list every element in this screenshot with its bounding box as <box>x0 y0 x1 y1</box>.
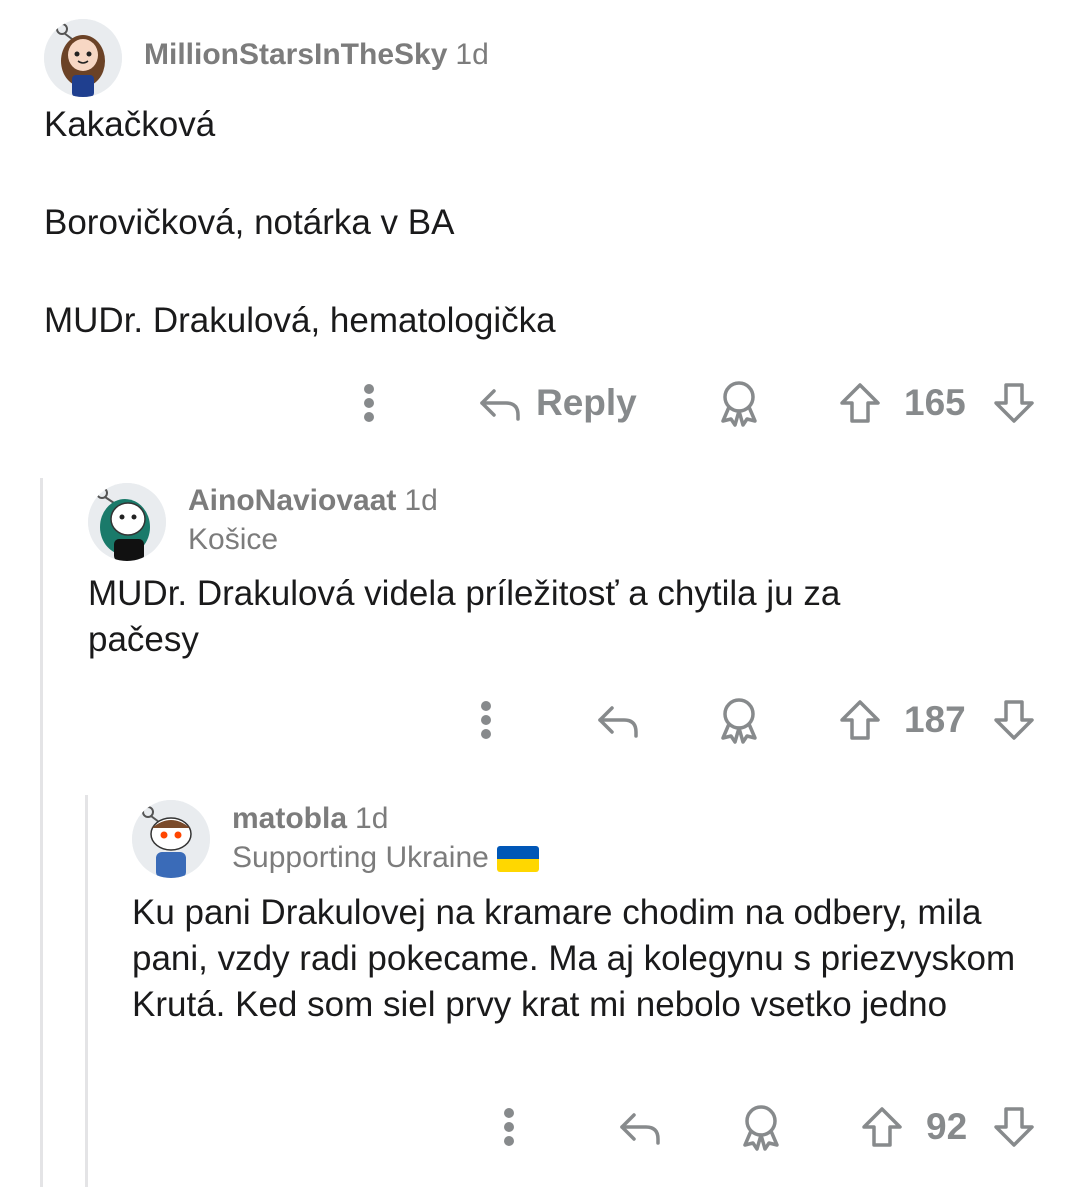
upvote-button[interactable] <box>860 1097 904 1157</box>
upvote-icon <box>840 700 880 740</box>
comment-actions: 92 <box>0 1097 1080 1157</box>
more-options-button[interactable] <box>492 1097 526 1157</box>
comment-body: Ku pani Drakulovej na kramare chodim na … <box>132 890 1042 1028</box>
reply-label: Reply <box>536 382 637 423</box>
ukraine-flag-icon <box>496 846 539 873</box>
award-button[interactable] <box>739 1097 783 1157</box>
reply-icon <box>598 706 638 738</box>
comment-body: Kakačková Borovičková, notárka v BA MUDr… <box>44 102 1034 344</box>
comment-paragraph: Borovičková, notárka v BA <box>44 203 455 242</box>
comment-meta: AinoNaviovaat 1d <box>188 484 438 518</box>
comment-meta: MillionStarsInTheSky 1d <box>144 38 489 72</box>
downvote-button[interactable] <box>992 373 1036 433</box>
comment-age: 1d <box>455 38 489 71</box>
more-options-button[interactable] <box>469 690 503 750</box>
reply-icon <box>620 1113 660 1145</box>
more-icon <box>364 384 374 422</box>
reply-button[interactable] <box>596 690 640 750</box>
user-flair: Košice <box>188 523 279 556</box>
award-icon <box>721 698 757 744</box>
award-icon <box>743 1105 779 1151</box>
comment-2: AinoNaviovaat 1d Košice MUDr. Drakulová v… <box>0 470 1080 780</box>
downvote-icon <box>994 383 1034 423</box>
user-avatar[interactable] <box>132 800 210 878</box>
comment-body: MUDr. Drakulová videla príležitosť a chy… <box>88 571 938 663</box>
comment-paragraph: MUDr. Drakulová, hematologička <box>44 301 556 340</box>
vote-score: 92 <box>926 1106 968 1147</box>
comment-paragraph: MUDr. Drakulová videla príležitosť a chy… <box>88 574 841 659</box>
comment-actions: 187 <box>0 690 1080 750</box>
comment-actions: Reply 165 <box>0 373 1080 433</box>
award-button[interactable] <box>717 690 761 750</box>
downvote-button[interactable] <box>992 1097 1036 1157</box>
reply-button[interactable] <box>618 1097 662 1157</box>
comment-meta: matobla 1d <box>232 802 388 836</box>
comment-paragraph: Ku pani Drakulovej na kramare chodim na … <box>132 893 1016 1024</box>
username[interactable]: matobla <box>232 802 347 835</box>
user-flair: Supporting Ukraine <box>232 841 539 875</box>
upvote-button[interactable] <box>838 373 882 433</box>
downvote-icon <box>994 1107 1034 1147</box>
upvote-icon <box>840 383 880 423</box>
more-icon <box>481 701 491 739</box>
award-button[interactable] <box>717 373 761 433</box>
reply-button[interactable]: Reply <box>478 373 637 433</box>
comment-1: MillionStarsInTheSky 1d Kakačková Borovič… <box>0 0 1080 450</box>
more-icon <box>504 1108 514 1146</box>
comment-age: 1d <box>404 484 438 517</box>
comment-age: 1d <box>355 802 389 835</box>
reply-icon <box>480 389 520 421</box>
user-avatar[interactable] <box>44 19 122 97</box>
more-options-button[interactable] <box>352 373 386 433</box>
downvote-icon <box>994 700 1034 740</box>
vote-score: 187 <box>904 699 966 740</box>
award-icon <box>721 381 757 427</box>
user-avatar[interactable] <box>88 483 166 561</box>
upvote-button[interactable] <box>838 690 882 750</box>
flair-text: Supporting Ukraine <box>232 841 489 874</box>
vote-score: 165 <box>904 382 966 423</box>
comment-3: matobla 1d Supporting Ukraine Ku pani Dra… <box>0 790 1080 1187</box>
upvote-icon <box>862 1107 902 1147</box>
downvote-button[interactable] <box>992 690 1036 750</box>
username[interactable]: MillionStarsInTheSky <box>144 38 447 71</box>
comment-paragraph: Kakačková <box>44 105 216 144</box>
username[interactable]: AinoNaviovaat <box>188 484 396 517</box>
